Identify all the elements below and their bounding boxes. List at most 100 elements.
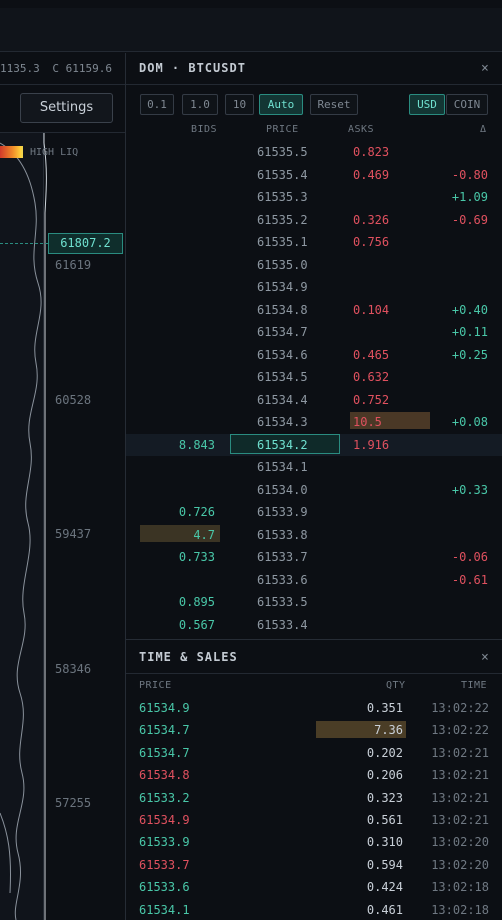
ask-size: 0.752	[353, 392, 390, 407]
dom-ladder-row[interactable]: 61534.0 +0.33	[126, 479, 502, 501]
tick-size-option[interactable]: 10	[225, 94, 254, 115]
ohlc-close: C 61159.6	[52, 62, 112, 75]
price-level: 61534.9	[257, 280, 308, 294]
liquidity-heat-legend	[0, 146, 23, 158]
trade-price: 61534.9	[139, 813, 190, 827]
dom-ladder-row[interactable]: 61535.3 +1.09	[126, 186, 502, 208]
dom-ladder-row[interactable]: 0.726 61533.9	[126, 501, 502, 523]
dom-ladder-row[interactable]: 0.567 61533.4	[126, 614, 502, 636]
ask-size: 0.756	[353, 235, 390, 249]
dom-ladder-row[interactable]: 61534.1	[126, 456, 502, 478]
price-axis-label: 57255	[55, 796, 92, 810]
price-level: 61535.3	[257, 190, 308, 204]
bid-size: 4.7	[193, 527, 215, 542]
price-level: 61535.1	[257, 235, 308, 249]
ts-time-header: TIME	[461, 680, 488, 691]
dom-ladder-row[interactable]: 61534.3 10.5 +0.08	[126, 411, 502, 433]
dom-ladder-row[interactable]: 61535.2 0.326 -0.69	[126, 209, 502, 231]
dom-ladder-row[interactable]: 61533.6 -0.61	[126, 569, 502, 591]
price-level: 61533.5	[257, 595, 308, 609]
price-level: 61535.4	[257, 167, 308, 182]
trade-row: 61534.9 0.561 13:02:21	[126, 809, 502, 831]
trade-time: 13:02:18	[431, 902, 489, 917]
bid-size: 8.843	[178, 437, 215, 452]
settings-button[interactable]: Settings	[20, 93, 113, 123]
reset-button[interactable]: Reset	[310, 94, 358, 115]
price-level: 61533.4	[257, 617, 308, 632]
price-chart[interactable]: 1135.3 C 61159.6 Settings HIGH LIQ 61807…	[0, 53, 125, 920]
dom-ladder-row[interactable]: 61534.4 0.752	[126, 389, 502, 411]
delta-value: -0.06	[451, 550, 488, 564]
dom-ladder-row[interactable]: 4.7 61533.8	[126, 524, 502, 546]
price-level: 61535.0	[257, 257, 308, 272]
trade-row: 61534.7 7.36 13:02:22	[126, 719, 502, 741]
trade-qty: 0.206	[366, 768, 403, 783]
trade-price: 61533.7	[139, 857, 190, 872]
delta-value: -0.69	[451, 212, 488, 227]
trade-time: 13:02:21	[431, 790, 489, 805]
trade-price: 61533.2	[139, 790, 190, 805]
price-level: 61534.1	[257, 460, 308, 474]
close-icon[interactable]: ×	[481, 61, 489, 76]
trade-row: 61533.6 0.424 13:02:18	[126, 876, 502, 898]
trade-row: 61533.9 0.310 13:02:20	[126, 831, 502, 853]
trade-time: 13:02:20	[431, 835, 489, 850]
trade-price: 61534.7	[139, 745, 190, 760]
price-level: 61534.2	[257, 437, 308, 452]
trade-qty: 0.561	[366, 813, 403, 827]
trade-time: 13:02:22	[431, 701, 489, 715]
trade-row: 61533.2 0.323 13:02:21	[126, 787, 502, 809]
trade-price: 61533.6	[139, 880, 190, 895]
time-and-sales-panel: TIME & SALES × PRICE QTY TIME 61534.9 0.3…	[125, 639, 502, 920]
delta-value: +0.08	[451, 415, 488, 429]
unit-coin-toggle[interactable]: COIN	[446, 94, 488, 115]
tick-size-option[interactable]: 1.0	[182, 94, 218, 115]
trade-qty: 0.351	[366, 701, 403, 715]
divider	[0, 84, 125, 85]
price-level: 61534.0	[257, 482, 308, 497]
dom-ladder-row[interactable]: 61534.5 0.632	[126, 366, 502, 388]
trade-qty: 0.461	[366, 902, 403, 917]
dom-ladder-row[interactable]: 0.895 61533.5	[126, 591, 502, 613]
price-level: 61533.8	[257, 527, 308, 542]
delta-value: +0.11	[451, 325, 488, 339]
price-level: 61533.6	[257, 572, 308, 587]
delta-column-header: Δ	[480, 124, 487, 135]
bids-column-header: BIDS	[191, 124, 218, 135]
ask-size: 1.916	[353, 437, 390, 452]
ohlc-readout: 1135.3 C 61159.6	[0, 62, 118, 75]
ask-size: 0.104	[353, 302, 390, 317]
dom-ladder-row[interactable]: 61535.5 0.823	[126, 141, 502, 163]
price-axis-label: 59437	[55, 527, 92, 541]
trade-price: 61534.7	[139, 723, 190, 738]
dom-ladder-row[interactable]: 61534.8 0.104 +0.40	[126, 299, 502, 321]
current-price-line	[0, 243, 48, 244]
dom-ladder-row[interactable]: 61534.9	[126, 276, 502, 298]
trade-row: 61533.7 0.594 13:02:20	[126, 854, 502, 876]
tick-size-option[interactable]: 0.1	[140, 94, 174, 115]
dom-ladder-row[interactable]: 61535.1 0.756	[126, 231, 502, 253]
ts-qty-header: QTY	[386, 680, 406, 691]
unit-usd-toggle[interactable]: USD	[409, 94, 445, 115]
delta-value: -0.80	[451, 167, 488, 182]
price-level: 61535.5	[257, 145, 308, 159]
dom-ladder-row[interactable]: 61534.7 +0.11	[126, 321, 502, 343]
dom-ladder-row[interactable]: 61535.4 0.469 -0.80	[126, 164, 502, 186]
dom-ladder-row[interactable]: 0.733 61533.7 -0.06	[126, 546, 502, 568]
close-icon[interactable]: ×	[481, 650, 489, 665]
trade-time: 13:02:21	[431, 745, 489, 760]
dom-ladder-row[interactable]: 8.843 61534.2 1.916	[126, 433, 502, 456]
trade-qty: 0.594	[366, 857, 403, 872]
dom-ladder-row[interactable]: 61534.6 0.465 +0.25	[126, 344, 502, 366]
trade-qty: 0.310	[366, 835, 403, 850]
dom-ladder-row[interactable]: 61535.0	[126, 254, 502, 276]
ts-title: TIME & SALES	[139, 650, 238, 664]
trade-price: 61534.9	[139, 701, 190, 715]
liquidity-legend-label: HIGH LIQ	[30, 147, 79, 158]
delta-value: +1.09	[451, 190, 488, 204]
dom-title: DOM · BTCUSDT	[139, 61, 246, 75]
asks-column-header: ASKS	[348, 124, 375, 135]
delta-value: +0.33	[451, 482, 488, 497]
auto-tick-button[interactable]: Auto	[259, 94, 303, 115]
price-level: 61534.4	[257, 392, 308, 407]
